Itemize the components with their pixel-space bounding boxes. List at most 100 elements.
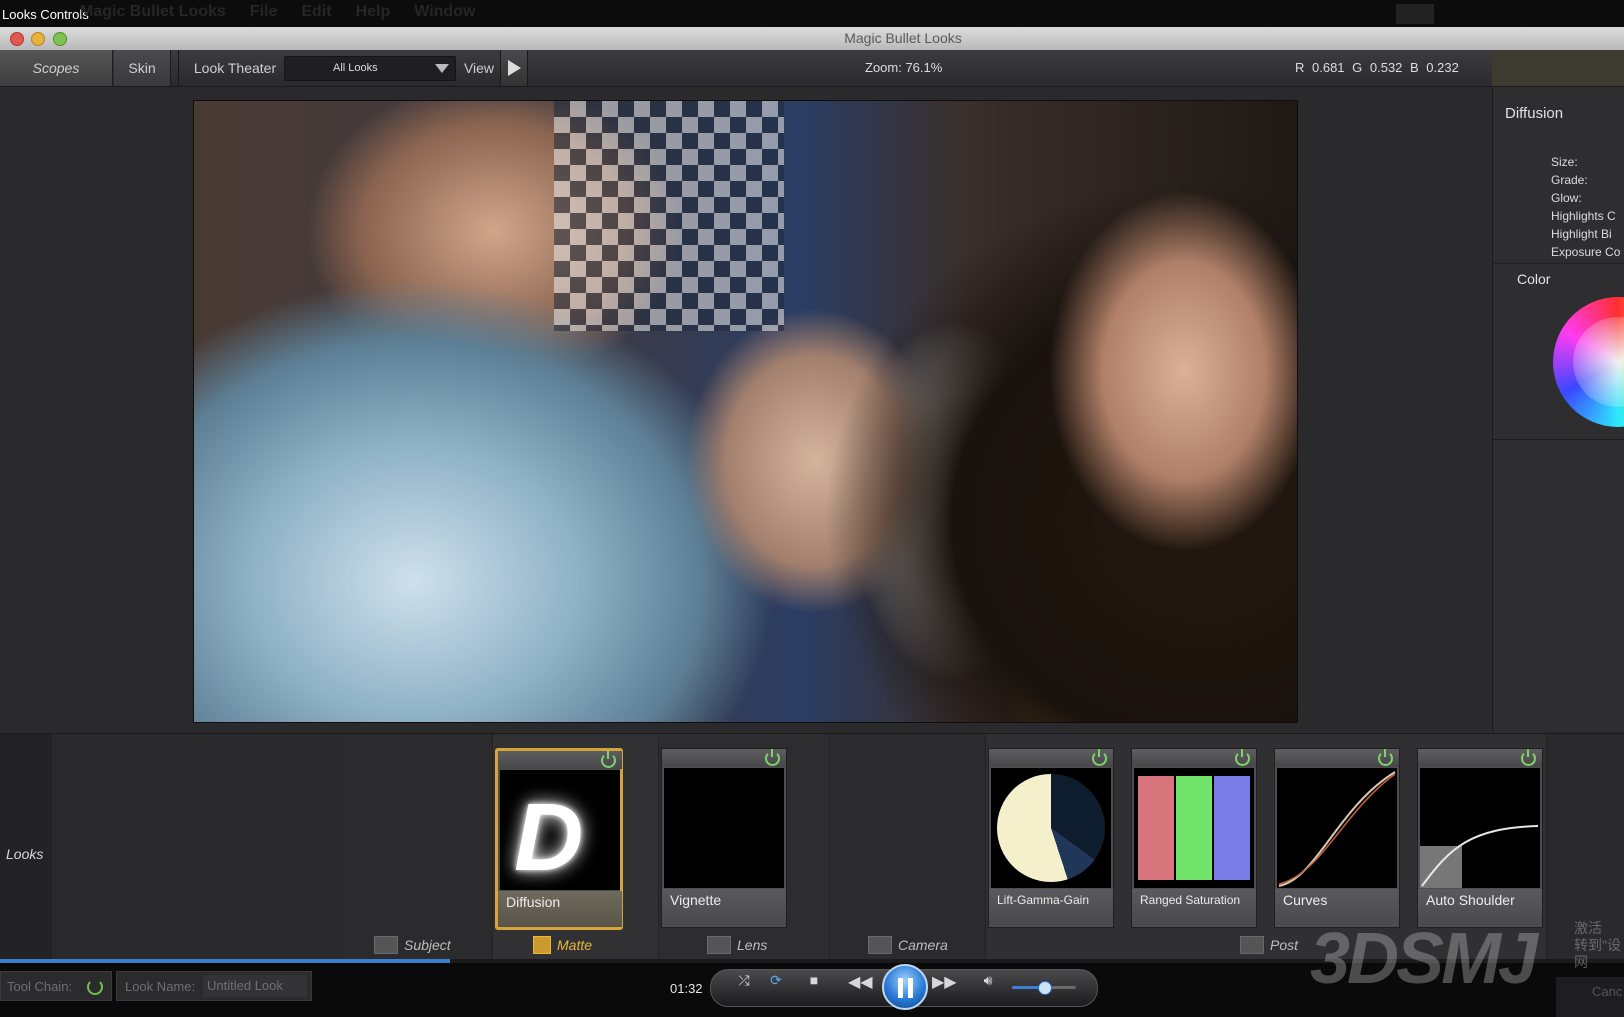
look-name-field: Look Name: Untitled Look — [116, 971, 312, 1001]
saturation-bar-blue — [1214, 776, 1250, 880]
window-title: Magic Bullet Looks — [844, 30, 962, 46]
param-highlights[interactable]: Highlights C — [1551, 207, 1620, 225]
power-icon[interactable] — [1378, 749, 1393, 766]
rewind-icon[interactable]: ◀◀ — [848, 972, 873, 992]
pause-button[interactable] — [882, 964, 928, 1010]
menu-item-app[interactable]: Magic Bullet Looks — [80, 3, 226, 21]
power-icon[interactable] — [765, 749, 780, 766]
chevron-down-icon — [435, 64, 449, 73]
power-icon[interactable] — [1521, 749, 1536, 766]
system-menu-bar: Looks Controls Magic Bullet Looks File E… — [0, 0, 1624, 27]
param-exposure[interactable]: Exposure Co — [1551, 243, 1620, 261]
look-name-label: Look Name: — [125, 979, 196, 994]
divider — [1493, 439, 1624, 440]
pause-icon — [898, 978, 914, 998]
tool-controls-panel: Diffusion Size: Grade: Glow: Highlights … — [1492, 87, 1624, 732]
watermark-line: 网 — [1574, 954, 1588, 970]
stage-matte: D Diffusion Matte — [493, 734, 659, 966]
volume-knob[interactable] — [1038, 981, 1052, 995]
volume-icon[interactable]: 🔊︎ — [976, 972, 1000, 989]
stage-label-camera[interactable]: Camera — [868, 936, 948, 954]
curves-thumbnail — [1277, 768, 1397, 888]
stage-lens: Vignette Lens — [659, 734, 830, 966]
repeat-icon[interactable]: ⟳ — [764, 972, 788, 989]
system-tray — [1396, 4, 1434, 24]
power-icon[interactable] — [1235, 749, 1250, 766]
looks-sidebar: Looks — [0, 734, 53, 966]
param-highlight-bias[interactable]: Highlight Bi — [1551, 225, 1620, 243]
matte-icon — [533, 936, 551, 954]
menu: Magic Bullet Looks File Edit Help Window — [80, 3, 475, 21]
menu-item-edit[interactable]: Edit — [301, 3, 331, 21]
checkered-background — [554, 101, 784, 331]
skin-button[interactable]: Skin — [114, 50, 171, 86]
tool-auto-shoulder[interactable]: Auto Shoulder — [1417, 748, 1543, 928]
stage-label-subject[interactable]: Subject — [374, 936, 451, 954]
tile-header — [662, 749, 786, 767]
post-icon — [1240, 936, 1264, 954]
shuffle-icon[interactable]: ⤮ — [732, 972, 756, 989]
view-button[interactable]: View — [460, 50, 498, 86]
stop-icon[interactable]: ■ — [802, 972, 826, 988]
lens-icon — [707, 936, 731, 954]
power-icon[interactable] — [1092, 749, 1107, 766]
tool-diffusion[interactable]: D Diffusion — [495, 748, 623, 930]
menu-item-help[interactable]: Help — [356, 3, 391, 21]
stage-label-post[interactable]: Post — [1240, 936, 1298, 954]
menu-item-file[interactable]: File — [250, 3, 278, 21]
tool-label: Lift-Gamma-Gain — [989, 889, 1113, 925]
parameter-list: Size: Grade: Glow: Highlights C Highligh… — [1551, 153, 1620, 261]
stage-lens-text: Lens — [737, 937, 768, 953]
tool-curves[interactable]: Curves — [1274, 748, 1400, 928]
watermark-logo: 3DSMJ — [1310, 919, 1538, 999]
shoulder-graph — [1420, 825, 1539, 888]
vignette-thumbnail — [664, 768, 784, 888]
cancel-button[interactable]: Canc — [1556, 977, 1624, 1017]
tile-header — [989, 749, 1113, 767]
color-wheel[interactable] — [1553, 297, 1624, 427]
tile-header — [1275, 749, 1399, 767]
stage-label-lens[interactable]: Lens — [707, 936, 767, 954]
look-theater-select[interactable]: All Looks — [284, 56, 456, 81]
look-theater-value: All Looks — [333, 62, 378, 74]
stage-subject: Subject — [340, 734, 493, 966]
tile-header — [498, 751, 622, 769]
watermark-text: 激活 转到"设网 — [1574, 920, 1624, 971]
look-theater-label: Look Theater — [193, 60, 277, 76]
tool-vignette[interactable]: Vignette — [661, 748, 787, 928]
zoom-readout: Zoom: 76.1% — [865, 60, 943, 75]
ranged-saturation-thumbnail — [1134, 768, 1254, 888]
param-grade[interactable]: Grade: — [1551, 171, 1620, 189]
divider — [1493, 263, 1624, 264]
rgb-readout: R 0.681 G 0.532 B 0.232 — [1295, 60, 1459, 75]
menu-item-window[interactable]: Window — [414, 3, 475, 21]
look-name-input[interactable]: Untitled Look — [203, 975, 307, 997]
auto-shoulder-thumbnail — [1420, 768, 1540, 888]
tool-lift-gamma-gain[interactable]: Lift-Gamma-Gain — [988, 748, 1114, 928]
video-preview[interactable] — [193, 100, 1298, 723]
scopes-button[interactable]: Scopes — [0, 50, 113, 86]
power-icon — [87, 979, 103, 995]
curve-graph — [1278, 771, 1396, 887]
window-titlebar: Magic Bullet Looks — [0, 27, 1624, 51]
toolbar-divider — [178, 50, 179, 86]
tool-ranged-saturation[interactable]: Ranged Saturation — [1131, 748, 1257, 928]
playback-time: 01:32 — [670, 981, 703, 996]
param-size[interactable]: Size: — [1551, 153, 1620, 171]
play-icon — [508, 60, 521, 76]
tool-chain-toggle[interactable]: Tool Chain: — [0, 971, 112, 1001]
looks-label[interactable]: Looks — [6, 846, 43, 862]
play-toggle-button[interactable] — [500, 50, 528, 86]
fast-forward-icon[interactable]: ▶▶ — [932, 972, 957, 992]
watermark-line: 激活 — [1574, 920, 1602, 936]
saturation-bar-red — [1138, 776, 1174, 880]
lgg-thumbnail — [991, 768, 1111, 888]
stage-camera-text: Camera — [898, 937, 948, 953]
color-section-title: Color — [1517, 271, 1551, 287]
tile-header — [1418, 749, 1542, 767]
person-icon — [374, 936, 398, 954]
tool-chain-label: Tool Chain: — [7, 979, 73, 994]
power-icon[interactable] — [601, 751, 616, 768]
param-glow[interactable]: Glow: — [1551, 189, 1620, 207]
stage-label-matte[interactable]: Matte — [533, 936, 592, 954]
